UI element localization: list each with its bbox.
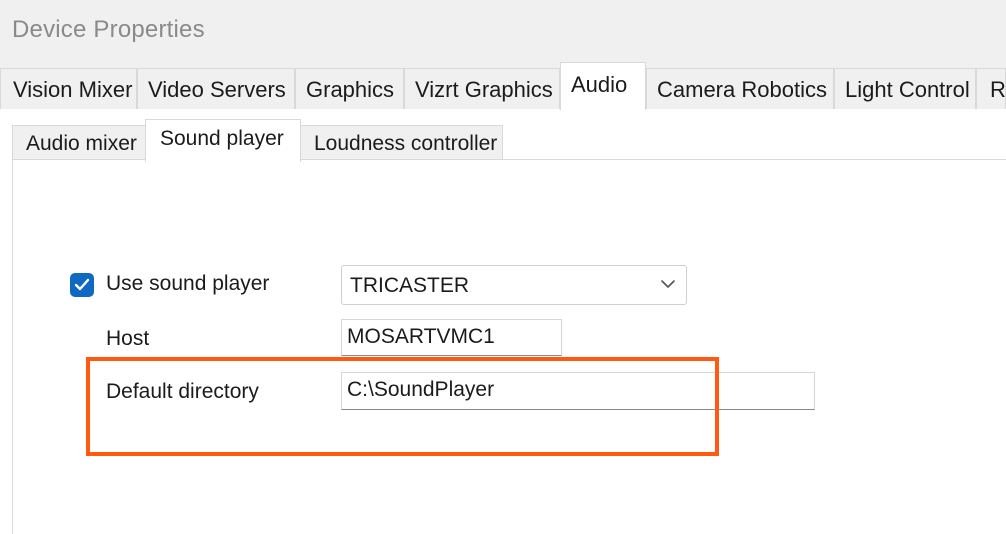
use-sound-player-label: Use sound player [106,272,270,295]
host-input[interactable]: MOSARTVMC1 [341,319,562,356]
highlight-annotation-box [86,357,719,456]
window-title: Device Properties [12,16,205,43]
sound-player-dropdown[interactable]: TRICASTER [341,265,687,305]
host-input-value: MOSARTVMC1 [347,325,495,348]
tab-vizrt-graphics[interactable]: Vizrt Graphics [404,68,560,109]
device-properties-window: Device Properties Vision Mixer Video Ser… [0,0,1006,534]
title-bar: Device Properties [0,0,1006,60]
host-label: Host [106,327,150,350]
subtab-loudness-controller[interactable]: Loudness controller [300,125,503,161]
checkmark-icon [74,278,90,291]
tab-r-truncated[interactable]: R [976,68,1006,109]
sound-player-selected-value: TRICASTER [350,274,470,297]
use-sound-player-checkbox[interactable] [70,273,94,297]
top-tab-strip: Vision Mixer Video Servers Graphics Vizr… [0,62,1006,110]
sub-tab-strip: Audio mixer Sound player Loudness contro… [12,119,1006,162]
tab-video-servers[interactable]: Video Servers [137,68,295,109]
subtab-audio-mixer[interactable]: Audio mixer [12,125,148,161]
tab-camera-robotics[interactable]: Camera Robotics [646,68,834,109]
tab-vision-mixer[interactable]: Vision Mixer [0,68,137,109]
tab-graphics[interactable]: Graphics [295,68,404,109]
tab-audio[interactable]: Audio [560,62,646,110]
subtab-sound-player[interactable]: Sound player [145,119,301,162]
tab-light-control[interactable]: Light Control [834,68,976,109]
chevron-down-icon [661,280,675,288]
